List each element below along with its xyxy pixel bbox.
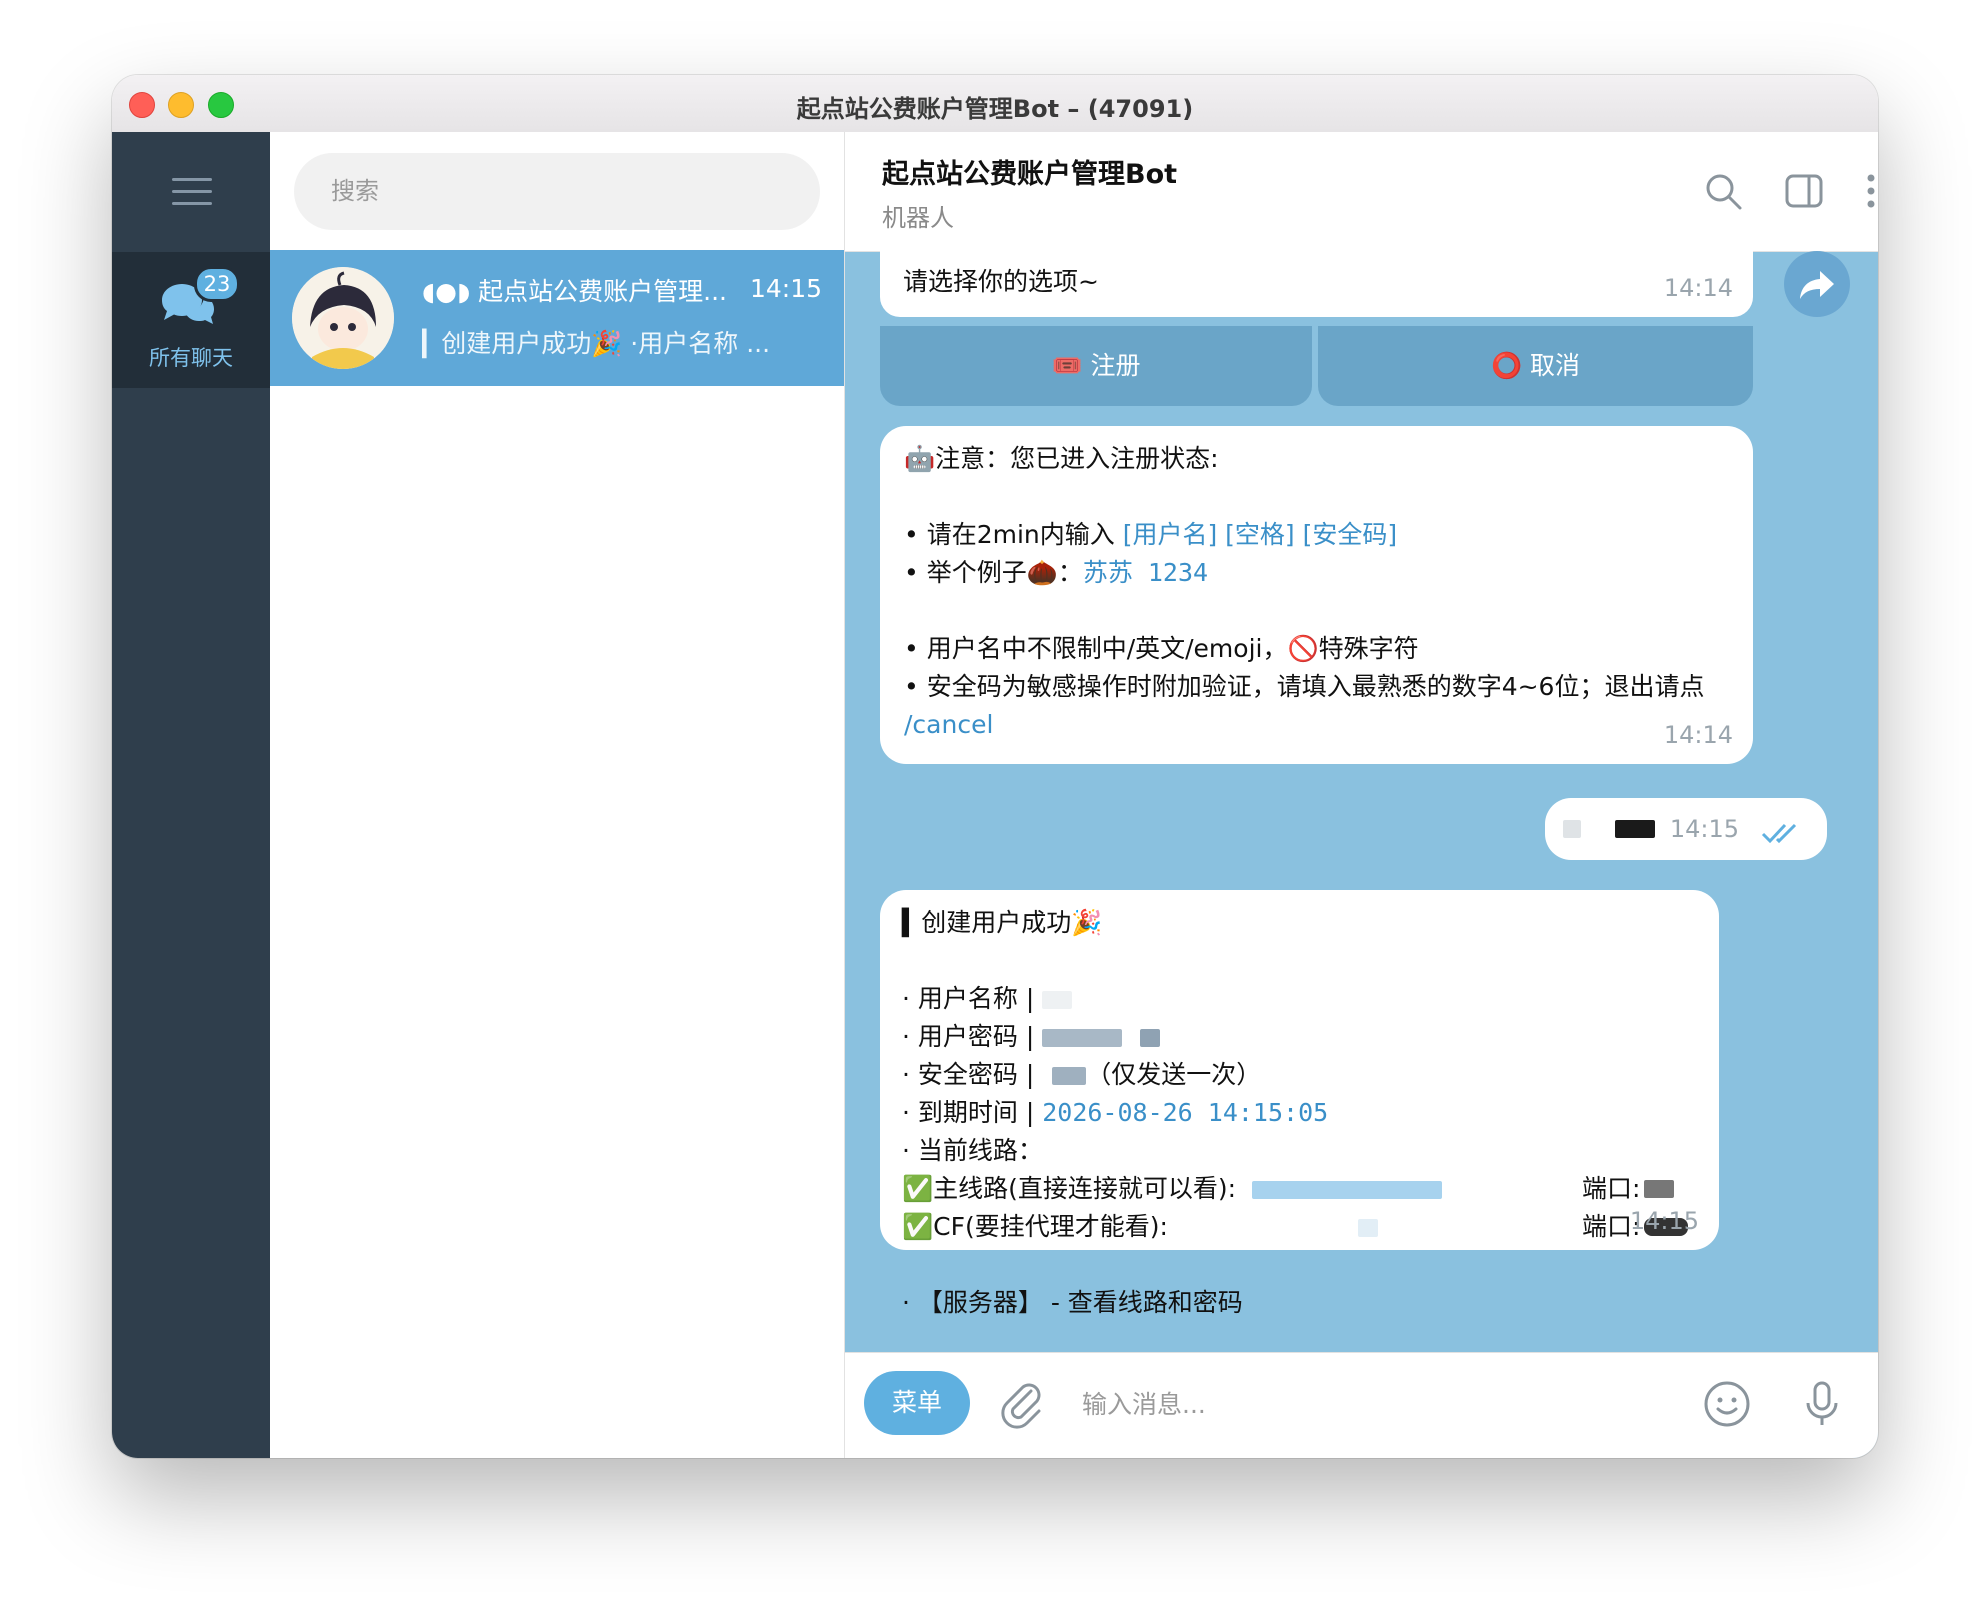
- cancel-button[interactable]: ⭕ 取消: [1318, 326, 1753, 406]
- menu-icon[interactable]: [172, 178, 212, 206]
- sidebar-toggle-icon[interactable]: [1783, 170, 1825, 212]
- message-time: 14:15: [1669, 815, 1739, 843]
- conversation-panel: 起点站公费账户管理Bot 机器人 请选择你的选项~ 14:14 🎟️ 注册 ⭕ …: [845, 132, 1878, 1458]
- message-line: ✅CF(要挂代理才能看): 端口:: [902, 1208, 1697, 1246]
- message-line: • 用户名中不限制中/英文/emoji，🚫特殊字符: [904, 634, 1419, 663]
- bot-menu-button[interactable]: 菜单: [864, 1371, 970, 1435]
- register-button[interactable]: 🎟️ 注册: [880, 326, 1312, 406]
- chat-time: 14:15: [749, 274, 822, 303]
- forward-button[interactable]: [1784, 251, 1850, 317]
- forward-icon: [1800, 271, 1834, 299]
- chat-name: 起点站公费账户管理Bot: [882, 159, 1178, 190]
- chat-list-item[interactable]: ◖●◗ 起点站公费账户管理... 14:15 ▎创建用户成功🎉 ·用户名称 ..…: [270, 250, 844, 386]
- avatar: [292, 267, 394, 369]
- message-line: • 举个例子🌰：苏苏 1234: [904, 558, 1209, 587]
- bot-icon: ◖●◗: [422, 277, 471, 306]
- message-line: · 用户名称 |: [902, 980, 1697, 1018]
- chat-list-panel: ◖●◗ 起点站公费账户管理... 14:15 ▎创建用户成功🎉 ·用户名称 ..…: [270, 132, 845, 1458]
- outgoing-message-bubble: 14:15: [1545, 798, 1827, 860]
- message-line: · 到期时间 | 2026-08-26 14:15:05: [902, 1098, 1329, 1127]
- message-line: ▍创建用户成功🎉: [902, 908, 1103, 937]
- message-line: · 用户密码 |: [902, 1018, 1697, 1056]
- message-time: 14:14: [1663, 721, 1733, 749]
- message-input[interactable]: [1080, 1379, 1664, 1429]
- message-time: 14:14: [1663, 274, 1733, 302]
- message-line: · 安全密码 | （仅发送一次）: [902, 1060, 1262, 1089]
- expiry-date[interactable]: 2026-08-26 14:15:05: [1042, 1098, 1328, 1127]
- title-bar: 起点站公费账户管理Bot – (47091): [112, 75, 1878, 133]
- attach-icon[interactable]: [995, 1377, 1049, 1431]
- message-line: 🤖注意：您已进入注册状态:: [904, 444, 1219, 473]
- double-check-icon: [1761, 823, 1797, 844]
- folder-rail: 23 所有聊天: [112, 132, 270, 1458]
- folder-label: 所有聊天: [149, 346, 233, 370]
- message-bubble: 请选择你的选项~ 14:14: [880, 251, 1753, 317]
- message-bubble: 🤖注意：您已进入注册状态: • 请在2min内输入 [用户名] [空格] [安全…: [880, 426, 1753, 764]
- cancel-command-link[interactable]: /cancel: [904, 710, 993, 739]
- message-input-bar: 菜单: [845, 1352, 1878, 1458]
- folder-all-chats[interactable]: 23 所有聊天: [112, 252, 270, 388]
- message-line: • 请在2min内输入 [用户名] [空格] [安全码]: [904, 520, 1398, 549]
- message-line: ✅主线路(直接连接就可以看): 端口:: [902, 1170, 1697, 1208]
- message-line: • 安全码为敏感操作时附加验证，请填入最熟悉的数字4~6位；退出请点 /canc…: [904, 672, 1705, 739]
- search-input[interactable]: [294, 153, 820, 230]
- message-line: · 【服务器】 - 查看线路和密码: [902, 1288, 1243, 1317]
- emoji-icon[interactable]: [1700, 1377, 1754, 1431]
- more-options-icon[interactable]: [1850, 170, 1878, 212]
- unread-badge: 23: [194, 266, 240, 302]
- app-window: 起点站公费账户管理Bot – (47091) 23 所有聊天 搜索 ◖●◗ 起点…: [112, 75, 1878, 1458]
- format-hint: [用户名] [空格] [安全码]: [1122, 520, 1398, 549]
- message-area: 请选择你的选项~ 14:14 🎟️ 注册 ⭕ 取消 🤖注意：您已进入注册状态: …: [845, 251, 1878, 1358]
- message-time: 14:15: [1629, 1207, 1699, 1235]
- message-text: 请选择你的选项~: [903, 267, 1099, 296]
- window-title: 起点站公费账户管理Bot – (47091): [796, 95, 1194, 123]
- chat-status: 机器人: [882, 204, 954, 232]
- microphone-icon[interactable]: [1795, 1377, 1849, 1431]
- chat-header[interactable]: 起点站公费账户管理Bot 机器人: [845, 132, 1878, 252]
- example-code[interactable]: 苏苏 1234: [1083, 558, 1208, 587]
- chat-preview: ▎创建用户成功🎉 ·用户名称 ...: [422, 329, 771, 358]
- chat-title: ◖●◗ 起点站公费账户管理...: [422, 277, 727, 306]
- search-icon[interactable]: [1702, 170, 1744, 212]
- message-bubble: ▍创建用户成功🎉 · 用户名称 | · 用户密码 | · 安全密码 | （仅发送…: [880, 890, 1719, 1317]
- message-line: · 当前线路：: [902, 1136, 1043, 1165]
